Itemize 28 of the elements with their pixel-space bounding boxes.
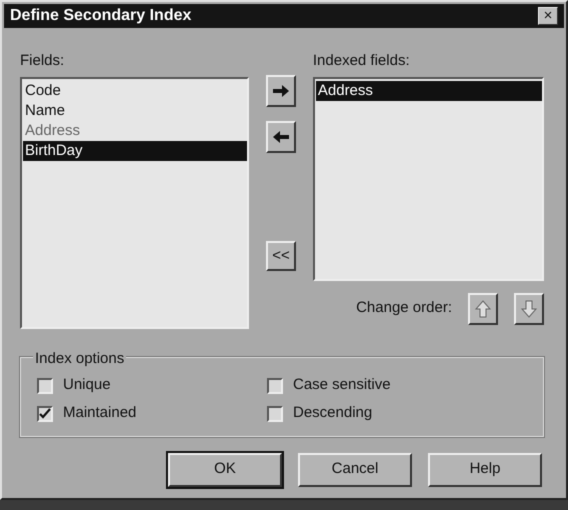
- dialog-button[interactable]: Cancel: [298, 452, 412, 486]
- checkbox-label: Unique: [63, 375, 111, 396]
- remove-all-button[interactable]: <<: [266, 241, 296, 271]
- checkbox[interactable]: [37, 406, 53, 422]
- checkbox-label: Case sensitive: [293, 375, 391, 396]
- remove-button[interactable]: [266, 121, 296, 153]
- dialog-button[interactable]: Help: [428, 452, 542, 486]
- checkbox[interactable]: [267, 378, 283, 394]
- close-button[interactable]: ×: [538, 7, 558, 25]
- indexed-fields-list[interactable]: Address: [312, 76, 544, 280]
- left-arrow-icon: [271, 128, 291, 146]
- checkbox-label: Descending: [293, 403, 372, 424]
- checkbox[interactable]: [37, 378, 53, 394]
- list-item[interactable]: Address: [316, 80, 542, 100]
- window-title: Define Secondary Index: [10, 6, 192, 26]
- list-item[interactable]: Code: [23, 80, 248, 100]
- list-item[interactable]: Name: [23, 100, 248, 120]
- list-item[interactable]: BirthDay: [23, 140, 248, 160]
- dialog-button[interactable]: OK: [168, 452, 282, 486]
- fields-label: Fields:: [20, 51, 66, 71]
- add-button[interactable]: [266, 75, 296, 107]
- change-order-label: Change order:: [356, 298, 452, 318]
- right-arrow-icon: [271, 82, 291, 100]
- checkbox-label: Maintained: [63, 403, 136, 424]
- down-arrow-icon: [519, 298, 539, 318]
- checkbox[interactable]: [267, 406, 283, 422]
- up-arrow-icon: [473, 298, 493, 318]
- indexed-fields-label: Indexed fields:: [312, 51, 411, 71]
